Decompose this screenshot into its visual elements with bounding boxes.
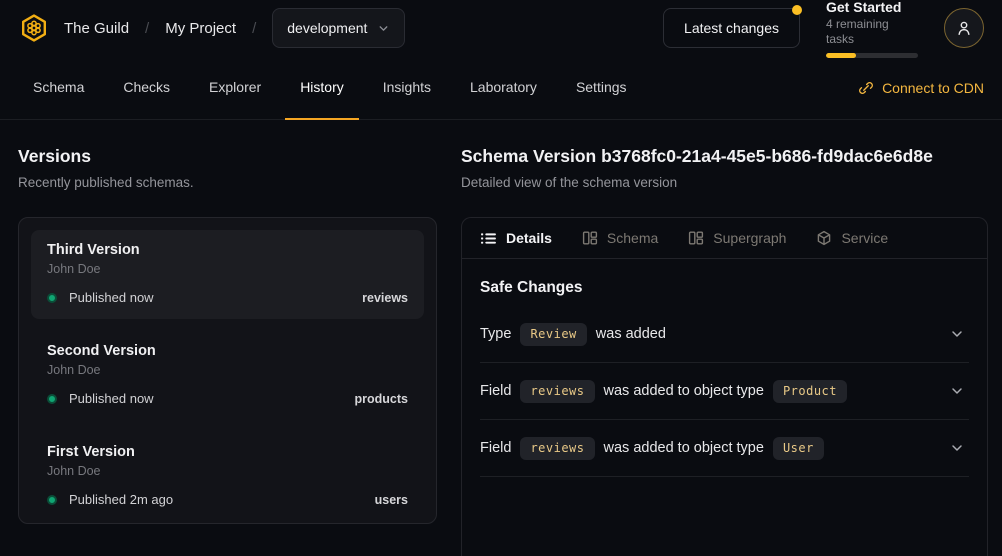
details-content: Safe Changes Type Review was added Field… — [462, 259, 987, 477]
change-code-badge: reviews — [520, 437, 594, 460]
tab-checks[interactable]: Checks — [108, 56, 185, 120]
details-tabs: Details Schema — [462, 218, 987, 259]
list-icon — [480, 230, 497, 247]
project-nav: Schema Checks Explorer History Insights … — [0, 56, 1002, 120]
chevron-down-icon — [377, 22, 390, 35]
change-row[interactable]: Field reviews was added to object type U… — [480, 420, 969, 477]
change-type-badge: Product — [773, 380, 847, 403]
panels-icon — [688, 230, 704, 246]
safe-changes-title: Safe Changes — [480, 279, 969, 297]
version-author: John Doe — [47, 262, 408, 276]
tab-history[interactable]: History — [285, 56, 359, 120]
change-code-badge: Review — [520, 323, 586, 346]
change-type-badge: User — [773, 437, 824, 460]
person-icon — [955, 19, 973, 37]
tab-label: Schema — [607, 230, 658, 246]
change-middle: was added to object type — [604, 383, 764, 399]
change-middle: was added to object type — [604, 440, 764, 456]
connect-cdn-label: Connect to CDN — [882, 80, 984, 96]
version-service-name: users — [375, 493, 408, 507]
tab-label: Service — [841, 230, 888, 246]
tab-laboratory[interactable]: Laboratory — [455, 56, 552, 120]
version-title: First Version — [47, 442, 408, 462]
versions-title: Versions — [18, 146, 437, 167]
breadcrumb-org[interactable]: The Guild — [64, 20, 129, 37]
latest-changes-button[interactable]: Latest changes — [663, 8, 800, 48]
breadcrumb-project[interactable]: My Project — [165, 20, 236, 37]
breadcrumb: The Guild / My Project / development — [18, 8, 405, 48]
change-row[interactable]: Field reviews was added to object type P… — [480, 363, 969, 420]
versions-list: Third Version John Doe Published now rev… — [18, 217, 437, 524]
tab-label: Supergraph — [713, 230, 786, 246]
version-status: Published now — [69, 290, 154, 305]
top-bar: The Guild / My Project / development Lat… — [0, 0, 1002, 56]
version-item[interactable]: Third Version John Doe Published now rev… — [31, 230, 424, 319]
version-item[interactable]: Second Version John Doe Published now pr… — [31, 331, 424, 420]
version-title: Second Version — [47, 341, 408, 361]
version-status: Published 2m ago — [69, 492, 173, 507]
change-row[interactable]: Type Review was added — [480, 306, 969, 363]
top-bar-actions: Latest changes Get Started 4 remaining t… — [663, 0, 984, 58]
tab-schema[interactable]: Schema — [18, 56, 99, 120]
tab-explorer[interactable]: Explorer — [194, 56, 276, 120]
version-status: Published now — [69, 391, 154, 406]
chevron-down-icon — [949, 440, 965, 456]
tab-insights[interactable]: Insights — [368, 56, 446, 120]
panels-icon — [582, 230, 598, 246]
published-status-dot — [47, 495, 57, 505]
get-started-progress-fill — [826, 53, 856, 58]
connect-cdn-link[interactable]: Connect to CDN — [858, 56, 984, 119]
tab-settings[interactable]: Settings — [561, 56, 642, 120]
hive-logo-icon[interactable] — [18, 12, 50, 44]
user-avatar[interactable] — [944, 8, 984, 48]
tab-service[interactable]: Service — [816, 230, 888, 246]
get-started-widget[interactable]: Get Started 4 remaining tasks — [826, 0, 918, 58]
published-status-dot — [47, 293, 57, 303]
cube-icon — [816, 230, 832, 246]
version-item[interactable]: First Version John Doe Published 2m ago … — [31, 432, 424, 521]
version-service-name: reviews — [362, 291, 408, 305]
breadcrumb-separator: / — [250, 20, 258, 37]
change-prefix: Type — [480, 326, 511, 342]
versions-panel: Versions Recently published schemas. Thi… — [18, 140, 437, 556]
details-card: Details Schema — [461, 217, 988, 556]
change-prefix: Field — [480, 440, 511, 456]
change-code-badge: reviews — [520, 380, 594, 403]
version-author: John Doe — [47, 464, 408, 478]
tab-label: Details — [506, 230, 552, 246]
versions-subtitle: Recently published schemas. — [18, 175, 437, 190]
tab-details[interactable]: Details — [480, 230, 552, 247]
get-started-subtitle: 4 remaining tasks — [826, 17, 918, 47]
published-status-dot — [47, 394, 57, 404]
schema-version-title: Schema Version b3768fc0-21a4-45e5-b686-f… — [461, 146, 988, 167]
version-title: Third Version — [47, 240, 408, 260]
tab-schema-view[interactable]: Schema — [582, 230, 658, 246]
chevron-down-icon — [949, 383, 965, 399]
target-selector[interactable]: development — [272, 8, 405, 48]
nav-tabs: Schema Checks Explorer History Insights … — [18, 56, 642, 119]
change-middle: was added — [596, 326, 666, 342]
tab-supergraph[interactable]: Supergraph — [688, 230, 786, 246]
notification-dot — [792, 5, 802, 15]
version-author: John Doe — [47, 363, 408, 377]
version-service-name: products — [355, 392, 408, 406]
breadcrumb-separator: / — [143, 20, 151, 37]
latest-changes-label: Latest changes — [684, 20, 779, 36]
chevron-down-icon — [949, 326, 965, 342]
link-icon — [858, 80, 874, 96]
change-prefix: Field — [480, 383, 511, 399]
main-content: Versions Recently published schemas. Thi… — [0, 120, 1002, 556]
schema-version-subtitle: Detailed view of the schema version — [461, 175, 988, 190]
get-started-title: Get Started — [826, 0, 918, 16]
target-selector-value: development — [287, 20, 367, 36]
version-details-panel: Schema Version b3768fc0-21a4-45e5-b686-f… — [461, 140, 988, 556]
